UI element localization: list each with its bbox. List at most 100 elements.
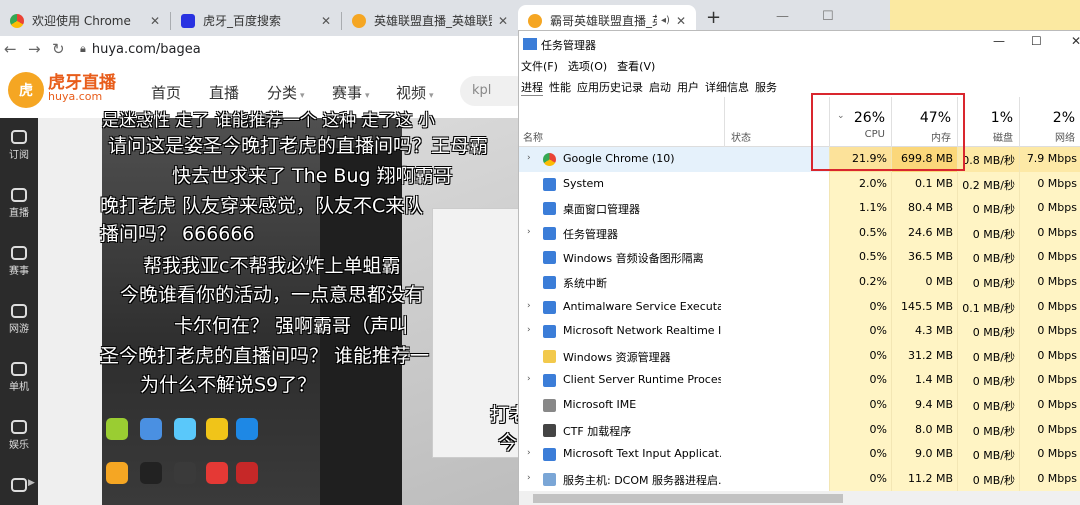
sidebar-item-live[interactable]: 直播 xyxy=(0,188,38,219)
sidebar-item-entertainment[interactable]: 娱乐 xyxy=(0,420,38,451)
tab-processes[interactable]: 进程 xyxy=(521,79,543,96)
interrupt-icon xyxy=(543,276,556,289)
tab-users[interactable]: 用户 xyxy=(677,79,699,96)
process-row[interactable]: Microsoft IME 0% 9.4 MB 0 MB/秒 0 Mbps xyxy=(519,393,1080,418)
address-bar[interactable]: 🔒︎ huya.com/bagea xyxy=(80,38,520,60)
process-row[interactable]: › Client Server Runtime Process 0% 1.4 MB 0 … xyxy=(519,368,1080,393)
column-header-disk[interactable]: 1% 磁盘 xyxy=(957,97,1019,147)
tab-close-icon[interactable]: ✕ xyxy=(676,14,686,28)
process-row[interactable]: System 2.0% 0.1 MB 0.2 MB/秒 0 Mbps xyxy=(519,171,1080,197)
nav-events[interactable]: 赛事 ▾ xyxy=(332,82,370,103)
process-name: Microsoft IME xyxy=(563,398,637,411)
sidebar-item-events[interactable]: 赛事 xyxy=(0,246,38,277)
sidebar-item-label: 赛事 xyxy=(9,266,29,277)
url-text: huya.com/bagea xyxy=(91,41,201,57)
process-mem-value: 1.4 MB xyxy=(891,368,957,393)
expand-chevron-icon[interactable]: › xyxy=(527,227,531,237)
chrome-icon xyxy=(10,13,24,28)
process-row[interactable]: › 服务主机: DCOM 服务器进程启... 0% 11.2 MB 0 MB/秒 0 Mb… xyxy=(519,466,1080,492)
process-disk-value: 0 MB/秒 xyxy=(957,466,1019,492)
menu-file[interactable]: 文件(F) xyxy=(521,58,558,74)
sidebar-item-subscribe[interactable]: 订阅 xyxy=(0,130,38,161)
tab-startup[interactable]: 启动 xyxy=(649,79,671,96)
nav-live[interactable]: 直播 xyxy=(209,82,239,103)
tab-welcome-chrome[interactable]: 欢迎使用 Chrome ✕ xyxy=(0,5,170,36)
process-row[interactable]: › Microsoft Network Realtime I... 0% 4.3 MB… xyxy=(519,319,1080,344)
horizontal-scrollbar[interactable] xyxy=(519,491,1080,505)
process-cpu-value: 0.2% xyxy=(829,270,891,295)
process-row[interactable]: 桌面窗口管理器 1.1% 80.4 MB 0 MB/秒 0 Mbps xyxy=(519,196,1080,221)
maximize-icon[interactable]: ☐ xyxy=(1031,34,1042,48)
minimize-icon[interactable]: — xyxy=(993,34,1005,48)
expand-chevron-icon[interactable]: › xyxy=(527,325,531,335)
expand-chevron-icon[interactable]: › xyxy=(527,153,531,163)
sidebar-item-single-player[interactable]: 单机 xyxy=(0,362,38,393)
process-net-value: 0 Mbps xyxy=(1019,294,1080,320)
tab-details[interactable]: 详细信息 xyxy=(705,79,749,96)
new-tab-button[interactable]: + xyxy=(706,7,721,28)
nav-home[interactable]: 首页 xyxy=(151,82,181,103)
service-host-icon xyxy=(543,472,556,486)
baidu-paw-icon xyxy=(181,13,195,28)
desktop-app-icon xyxy=(174,418,196,440)
close-icon[interactable]: ✕ xyxy=(1071,34,1080,48)
maximize-icon[interactable]: ☐ xyxy=(822,9,834,24)
process-mem-value: 9.4 MB xyxy=(891,393,957,418)
minimize-icon[interactable]: — xyxy=(776,9,789,24)
danmaku-comment: 请问这是姿圣今晚打老虎的直播间吗？王母霸 xyxy=(108,135,489,157)
process-disk-value: 0 MB/秒 xyxy=(957,417,1019,443)
process-name: Antimalware Service Executa... xyxy=(563,299,721,313)
chrome-toolbar: ← → ↻ 🔒︎ huya.com/bagea xyxy=(0,36,520,62)
sidebar-item-online-games[interactable]: 网游 xyxy=(0,304,38,335)
column-header-network[interactable]: 2% 网络 xyxy=(1019,97,1080,147)
desktop-app-icon xyxy=(236,418,258,440)
tab-performance[interactable]: 性能 xyxy=(549,79,571,96)
process-row[interactable]: 系统中断 0.2% 0 MB 0 MB/秒 0 Mbps xyxy=(519,270,1080,295)
reload-icon[interactable]: ↻ xyxy=(52,40,65,58)
danmaku-comment: 圣今晚打老虎的直播间吗？ 谁能推荐一 xyxy=(100,345,430,367)
tab-close-icon[interactable]: ✕ xyxy=(150,14,160,28)
tab-close-icon[interactable]: ✕ xyxy=(321,14,331,28)
process-row[interactable]: › Antimalware Service Executa... 0% 145.5 M… xyxy=(519,294,1080,320)
tab-close-icon[interactable]: ✕ xyxy=(498,14,508,28)
danmaku-comment: 播间吗？ 666666 xyxy=(100,223,255,245)
process-row[interactable]: Windows 音频设备图形隔离 0.5% 36.5 MB 0 MB/秒 0 Mbps xyxy=(519,245,1080,270)
back-arrow-icon[interactable]: ← xyxy=(4,40,17,58)
column-label: 状态 xyxy=(731,133,751,144)
expand-chevron-icon[interactable]: › xyxy=(527,374,531,384)
process-row[interactable]: › 任务管理器 0.5% 24.6 MB 0 MB/秒 0 Mbps xyxy=(519,220,1080,246)
tab-lol-live[interactable]: 英雄联盟直播_英雄联盟え ✕ xyxy=(342,5,518,36)
process-net-value: 0 Mbps xyxy=(1019,393,1080,418)
column-header-name[interactable]: 名称 xyxy=(523,129,543,144)
tab-services[interactable]: 服务 xyxy=(755,79,777,96)
process-mem-value: 11.2 MB xyxy=(891,466,957,492)
sidebar-item-label: 单机 xyxy=(9,382,29,393)
process-name: 桌面窗口管理器 xyxy=(563,203,640,217)
process-row[interactable]: CTF 加载程序 0% 8.0 MB 0 MB/秒 0 Mbps xyxy=(519,417,1080,443)
process-row[interactable]: › Google Chrome (10) 21.9% 699.8 MB 0.8 MB/秒… xyxy=(519,147,1080,172)
expand-chevron-icon[interactable]: › xyxy=(527,448,531,458)
tab-baidu-search[interactable]: 虎牙_百度搜索 ✕ xyxy=(171,5,341,36)
tab-title: 英雄联盟直播_英雄联盟え xyxy=(374,14,492,28)
tab-app-history[interactable]: 应用历史记录 xyxy=(577,79,643,96)
expand-chevron-icon[interactable]: › xyxy=(527,473,531,483)
microphone-icon xyxy=(11,420,27,434)
tab-title: 虎牙_百度搜索 xyxy=(203,14,282,28)
column-label: 磁盘 xyxy=(993,133,1013,144)
process-row[interactable]: › Microsoft Text Input Applicat... 0% 9.0 M… xyxy=(519,442,1080,467)
taskmgr-icon xyxy=(543,226,556,240)
scrollbar-thumb[interactable] xyxy=(533,494,843,503)
live-player[interactable]: 是迷惑性 走了 谁能推荐一个 这种 走了这 小 请问这是姿圣今晚打老虎的直播间吗… xyxy=(38,111,528,505)
nav-video[interactable]: 视频 ▾ xyxy=(396,82,434,103)
process-cpu-value: 0% xyxy=(829,442,891,467)
expand-chevron-icon[interactable]: › xyxy=(527,301,531,311)
huya-logo[interactable]: 虎 虎牙直播 huya.com xyxy=(8,72,116,108)
danmaku-comment: 帮我我亚c不帮我必炸上单蛆霸 xyxy=(143,255,401,277)
tab-audio-icon[interactable]: ◂) xyxy=(661,15,670,26)
forward-arrow-icon[interactable]: → xyxy=(28,40,41,58)
menu-options[interactable]: 选项(O) xyxy=(568,58,607,74)
sidebar-expand-icon[interactable]: ▶ xyxy=(28,478,35,488)
menu-view[interactable]: 查看(V) xyxy=(617,58,655,74)
process-row[interactable]: Windows 资源管理器 0% 31.2 MB 0 MB/秒 0 Mbps xyxy=(519,343,1080,369)
nav-category[interactable]: 分类 ▾ xyxy=(267,82,305,103)
